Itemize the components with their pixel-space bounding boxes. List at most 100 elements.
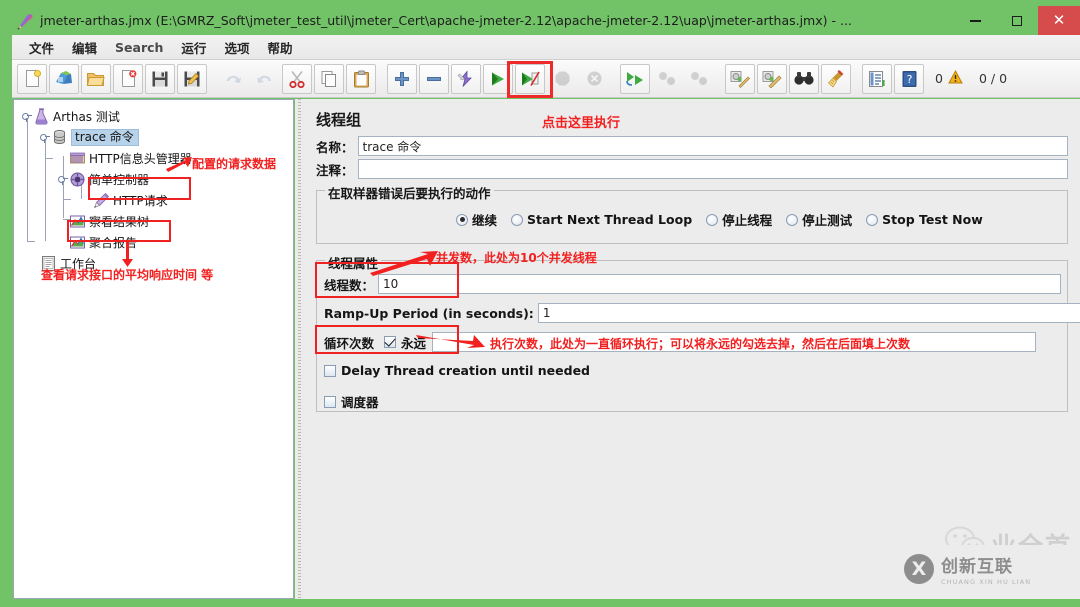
svg-text:?: ? xyxy=(906,73,912,86)
cut-icon[interactable] xyxy=(282,63,312,94)
broom-icon[interactable] xyxy=(821,63,851,94)
rampup-field-row: Ramp-Up Period (in seconds): xyxy=(324,303,1080,323)
copy-icon[interactable] xyxy=(314,63,344,94)
save-icon[interactable] xyxy=(145,63,175,94)
radio-start-next-thread-loop[interactable]: Start Next Thread Loop xyxy=(511,212,692,227)
radio-dot-icon xyxy=(706,213,719,226)
logo-mark-icon: X xyxy=(904,554,934,584)
scheduler-label: 调度器 xyxy=(341,395,379,410)
expand-handle-icon[interactable] xyxy=(22,111,33,122)
menu-help[interactable]: 帮助 xyxy=(258,36,301,59)
radio-label: 停止线程 xyxy=(722,213,773,228)
saveas-icon[interactable] xyxy=(177,63,207,94)
closedoc-icon[interactable] xyxy=(113,63,143,94)
toggle-icon[interactable] xyxy=(451,63,481,94)
radio-stop-thread[interactable]: 停止线程 xyxy=(706,210,772,229)
menu-file[interactable]: 文件 xyxy=(20,36,63,59)
checkbox-icon xyxy=(324,395,336,408)
toolbar-status: 0 0 / 0 xyxy=(935,69,1008,87)
logo-text: 创新互联 CHUANG XIN HU LIAN xyxy=(941,552,1031,586)
radio-continue[interactable]: 继续 xyxy=(456,210,497,229)
toolbar-separator xyxy=(715,64,724,94)
radio-stop-test[interactable]: 停止测试 xyxy=(786,210,852,229)
jmeter-feather-icon xyxy=(16,12,34,30)
tree-node-label: trace 命令 xyxy=(71,129,139,146)
annotation-concurrency: 并发数，此处为10个并发线程 xyxy=(436,251,597,265)
loop-count-arrow-icon xyxy=(416,335,485,348)
maximize-button[interactable] xyxy=(996,6,1038,35)
clear-icon[interactable] xyxy=(725,63,755,94)
delay-thread-creation-label: Delay Thread creation until needed xyxy=(341,363,590,378)
functions-icon[interactable] xyxy=(862,63,892,94)
radio-dot-icon xyxy=(456,213,468,226)
menu-options[interactable]: 选项 xyxy=(215,36,258,59)
clear-all-icon[interactable] xyxy=(757,63,787,94)
annotation-run-here: 点击这里执行 xyxy=(542,116,621,131)
undo-icon[interactable] xyxy=(218,64,248,94)
scheduler-checkbox[interactable]: 调度器 xyxy=(324,392,379,411)
window-controls: ✕ xyxy=(954,6,1080,35)
avg-response-arrow-icon xyxy=(122,242,133,267)
test-plan-tree-pane[interactable]: Arthas 测试 trace 命令 HTTP信息头管理器 简单控制器 HTTP… xyxy=(13,99,294,599)
menu-run[interactable]: 运行 xyxy=(172,36,215,59)
threads-input[interactable] xyxy=(378,274,1062,294)
radio-dot-icon xyxy=(866,213,879,226)
start-icon[interactable] xyxy=(483,63,513,94)
tree-node-test-plan[interactable]: Arthas 测试 xyxy=(14,106,293,127)
annotation-request-data: 配置的请求数据 xyxy=(192,157,277,171)
plus-icon[interactable] xyxy=(387,63,417,94)
radio-label: 继续 xyxy=(472,213,498,228)
tree-node-label: Arthas 测试 xyxy=(53,109,120,124)
error-action-radios: 继续 Start Next Thread Loop 停止线程 停止测试 Stop… xyxy=(456,210,997,229)
close-button[interactable]: ✕ xyxy=(1038,6,1080,35)
toolbar-separator xyxy=(852,64,861,94)
redo-icon[interactable] xyxy=(250,64,280,94)
shutdown-icon[interactable] xyxy=(579,64,609,94)
stop-icon[interactable] xyxy=(547,64,577,94)
new-icon[interactable] xyxy=(17,63,47,94)
jmeter-window: jmeter-arthas.jmx (E:\GMRZ_Soft\jmeter_t… xyxy=(0,0,1080,607)
rampup-input[interactable] xyxy=(537,303,1080,323)
thread-group-icon xyxy=(51,129,68,146)
site-logo: X 创新互联 CHUANG XIN HU LIAN xyxy=(898,545,1074,593)
remote-stop-icon[interactable] xyxy=(652,64,682,94)
test-plan-icon xyxy=(33,108,50,125)
name-label: 名称： xyxy=(316,139,354,155)
split-pane-divider[interactable] xyxy=(295,99,304,599)
help-icon[interactable]: ? xyxy=(894,63,924,94)
comment-label: 注释： xyxy=(316,162,354,178)
toolbar-separator xyxy=(377,64,386,94)
thread-counter: 0 / 0 xyxy=(978,71,1008,86)
menu-edit[interactable]: 编辑 xyxy=(63,36,106,59)
paste-icon[interactable] xyxy=(346,63,376,94)
remote-shutdown-icon[interactable] xyxy=(684,64,714,94)
minimize-button[interactable] xyxy=(954,6,996,35)
radio-stop-test-now[interactable]: Stop Test Now xyxy=(866,212,983,227)
tree-node-thread-group[interactable]: trace 命令 xyxy=(14,127,293,148)
logo-en: CHUANG XIN HU LIAN xyxy=(941,578,1032,586)
start-no-pause-icon[interactable] xyxy=(515,63,545,94)
expand-handle-icon[interactable] xyxy=(58,174,69,185)
expand-handle-icon[interactable] xyxy=(40,132,51,143)
annotation-loop-count: 执行次数，此处为一直循环执行；可以将永远的勾选去掉，然后在后面填上次数 xyxy=(490,337,911,351)
http-request-highlight xyxy=(88,177,191,200)
minus-icon[interactable] xyxy=(419,63,449,94)
header-manager-icon xyxy=(69,150,86,167)
name-input[interactable] xyxy=(357,136,1068,156)
remote-start-icon[interactable] xyxy=(620,63,650,94)
title-bar: jmeter-arthas.jmx (E:\GMRZ_Soft\jmeter_t… xyxy=(12,6,1080,35)
splitter-grip xyxy=(298,99,301,599)
concurrency-arrow-icon xyxy=(370,251,438,276)
delay-thread-creation-checkbox[interactable]: Delay Thread creation until needed xyxy=(324,363,590,378)
templates-icon[interactable] xyxy=(49,63,79,94)
comment-input[interactable] xyxy=(357,159,1068,179)
binoculars-icon[interactable] xyxy=(789,63,819,94)
open-icon[interactable] xyxy=(81,63,111,94)
error-action-group-title: 在取样器错误后要执行的动作 xyxy=(325,183,494,202)
toolbar: ? 0 0 / 0 xyxy=(12,60,1080,98)
warning-triangle-icon[interactable] xyxy=(948,69,963,87)
menu-bar: 文件 编辑 Search 运行 选项 帮助 xyxy=(12,35,1080,60)
toolbar-separator xyxy=(208,64,217,94)
test-plan-tree: Arthas 测试 trace 命令 HTTP信息头管理器 简单控制器 HTTP… xyxy=(14,100,293,274)
menu-search[interactable]: Search xyxy=(106,38,172,57)
